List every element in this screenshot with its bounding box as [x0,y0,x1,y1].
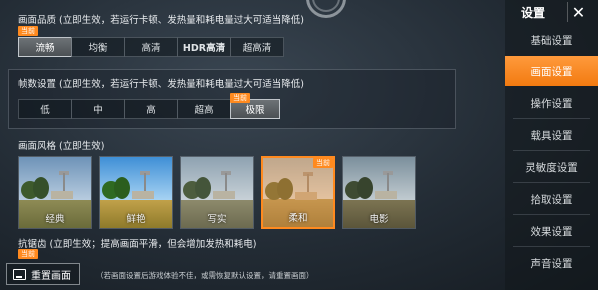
reset-button-label: 重置画面 [31,270,71,282]
current-tag: 当前 [313,158,333,168]
fps-option-low[interactable]: 低 [18,99,72,119]
reset-note: （若画面设置后游戏体验不佳，或需恢复默认设置，请重置画面） [96,271,314,280]
style-title: 画面风格 (立即生效) [18,141,105,152]
style-option-cinema[interactable]: 电影 [342,156,416,229]
style-thumbnails: 经典 鲜艳 写实 当前 柔和 电影 [18,156,416,229]
graphics-settings-panel: 画面品质 (立即生效，若运行卡顿、发热量和耗电量过大可适当降低) 当前 流畅 均… [8,4,500,290]
divider [513,150,590,151]
divider [513,246,590,247]
sidebar-item-graphics[interactable]: 画面设置 [505,56,598,86]
graphics-quality-selector: 流畅 均衡 高清 HDR高清 超高清 [18,37,284,57]
style-option-vivid[interactable]: 鲜艳 [99,156,173,229]
divider [513,182,590,183]
divider [513,118,590,119]
sidebar-item-sensitivity[interactable]: 灵敏度设置 [505,152,598,182]
sidebar-item-vehicle[interactable]: 载具设置 [505,120,598,150]
current-tag: 当前 [230,93,250,103]
quality-option-smooth[interactable]: 流畅 [18,37,72,57]
reset-graphics-button[interactable]: 重置画面 [6,263,80,285]
sidebar-item-pickup[interactable]: 拾取设置 [505,184,598,214]
sidebar-item-effects[interactable]: 效果设置 [505,216,598,246]
style-option-classic[interactable]: 经典 [18,156,92,229]
style-option-realistic[interactable]: 写实 [180,156,254,229]
fps-option-ultra[interactable]: 超高 [177,99,231,119]
screen-icon [13,268,26,280]
current-tag: 当前 [18,26,38,36]
quality-option-hd[interactable]: 高清 [124,37,178,57]
settings-title: 设置 [521,6,546,20]
graphics-quality-title: 画面品质 (立即生效，若运行卡顿、发热量和耗电量过大可适当降低) [18,15,304,26]
style-option-soft[interactable]: 当前 柔和 [261,156,335,229]
frame-rate-title: 帧数设置 (立即生效，若运行卡顿、发热量和耗电量过大可适当降低) [18,79,304,90]
sidebar-item-controls[interactable]: 操作设置 [505,88,598,118]
close-icon[interactable]: ✕ [567,2,589,22]
sidebar-item-sound[interactable]: 声音设置 [505,248,598,278]
fps-option-high[interactable]: 高 [124,99,178,119]
fps-option-medium[interactable]: 中 [71,99,125,119]
settings-sidebar: 设置 ✕ 基础设置 画面设置 操作设置 载具设置 灵敏度设置 拾取设置 效果设置… [505,0,598,290]
divider [513,214,590,215]
current-tag: 当前 [18,249,38,259]
quality-option-balanced[interactable]: 均衡 [71,37,125,57]
quality-option-ultra[interactable]: 超高清 [230,37,284,57]
quality-option-hdr[interactable]: HDR高清 [177,37,231,57]
anti-aliasing-title: 抗锯齿 (立即生效；提高画面平滑，但会增加发热和耗电) [18,239,257,250]
sidebar-item-basic[interactable]: 基础设置 [505,25,598,55]
